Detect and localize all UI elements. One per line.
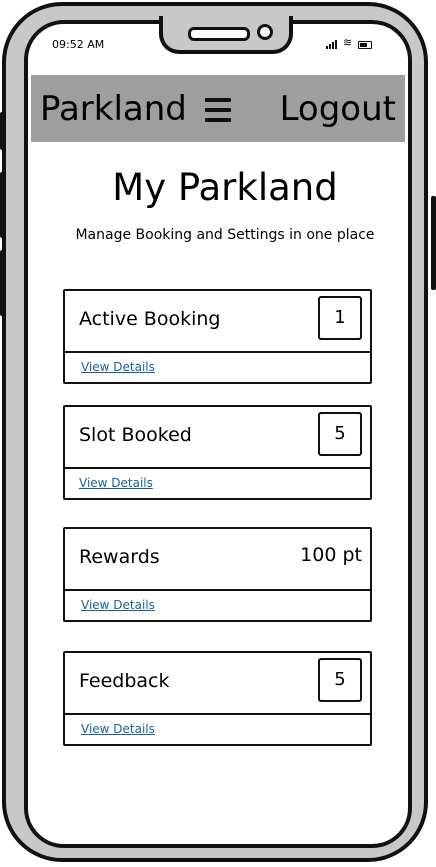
card-label: Slot Booked	[79, 424, 192, 446]
wifi-icon: ≋	[343, 36, 353, 49]
page-title: My Parkland	[112, 166, 338, 209]
side-button-volume-down	[0, 250, 5, 316]
card-label: Rewards	[79, 546, 160, 568]
count-badge: 5	[318, 412, 362, 456]
card-label: Active Booking	[79, 308, 221, 330]
navbar: Parkland Logout	[31, 75, 405, 142]
menu-icon[interactable]	[205, 98, 231, 122]
view-details-link[interactable]: View Details	[81, 360, 155, 374]
count-badge: 5	[318, 658, 362, 702]
view-details-link[interactable]: View Details	[81, 598, 155, 612]
view-details-link[interactable]: View Details	[81, 722, 155, 736]
side-button-power	[431, 196, 436, 290]
side-button-mute	[0, 112, 5, 150]
card-feedback: Feedback 5 View Details	[63, 651, 372, 746]
speaker-grille	[188, 27, 250, 41]
view-details-link[interactable]: View Details	[79, 476, 153, 490]
brand-logo[interactable]: Parkland	[40, 89, 187, 129]
side-button-volume-up	[0, 172, 5, 238]
status-time: 09:52 AM	[52, 38, 105, 51]
front-camera	[257, 24, 273, 40]
card-rewards: Rewards 100 pt View Details	[63, 527, 372, 622]
battery-icon	[358, 41, 373, 49]
card-active-booking: Active Booking 1 View Details	[63, 289, 372, 384]
points-value: 100 pt	[300, 544, 362, 566]
logout-button[interactable]: Logout	[280, 89, 396, 129]
status-icons: ≋	[326, 37, 384, 49]
page-subtitle: Manage Booking and Settings in one place	[75, 227, 375, 243]
signal-icon	[326, 40, 337, 49]
card-slot-booked: Slot Booked 5 View Details	[63, 405, 372, 500]
card-label: Feedback	[79, 670, 170, 692]
count-badge: 1	[318, 296, 362, 340]
